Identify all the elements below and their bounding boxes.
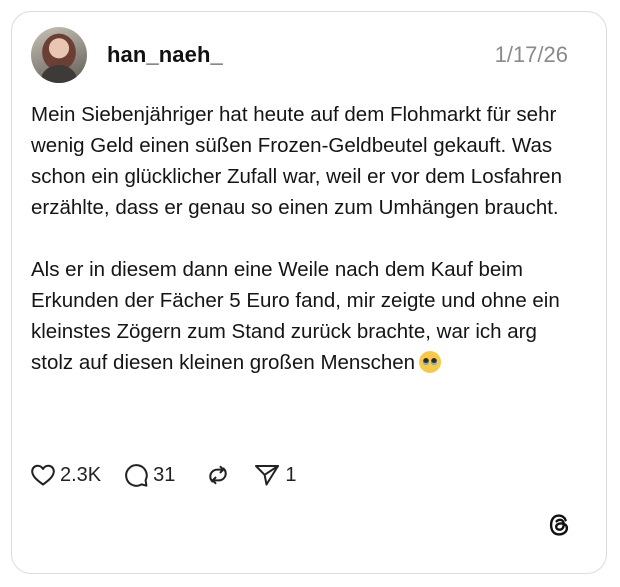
reply-button[interactable]: 31 (123, 462, 175, 488)
like-count: 2.3K (60, 463, 102, 486)
post-paragraph-1: Mein Siebenjähriger hat heute auf dem Fl… (31, 103, 562, 219)
heart-icon (31, 464, 55, 486)
post-body: Mein Siebenjähriger hat heute auf dem Fl… (31, 99, 576, 378)
send-icon (255, 465, 280, 486)
post-paragraph-2: Als er in diesem dann eine Weile nach de… (31, 258, 560, 374)
reply-count: 31 (153, 463, 176, 486)
share-button[interactable]: 1 (253, 462, 297, 488)
share-count: 1 (285, 463, 297, 486)
avatar[interactable] (31, 27, 87, 83)
post-paragraph-2-wrap: Als er in diesem dann eine Weile nach de… (31, 254, 576, 378)
repost-icon (209, 465, 228, 485)
action-bar: 2.3K 31 1 (30, 460, 297, 490)
pleading-face-emoji (419, 351, 442, 373)
username[interactable]: han_naeh_ (107, 42, 223, 68)
post-date: 1/17/26 (494, 42, 568, 67)
threads-logo-icon[interactable] (546, 512, 572, 538)
speech-bubble-icon (125, 464, 148, 487)
like-button[interactable]: 2.3K (30, 463, 101, 487)
repost-button[interactable] (205, 462, 231, 488)
